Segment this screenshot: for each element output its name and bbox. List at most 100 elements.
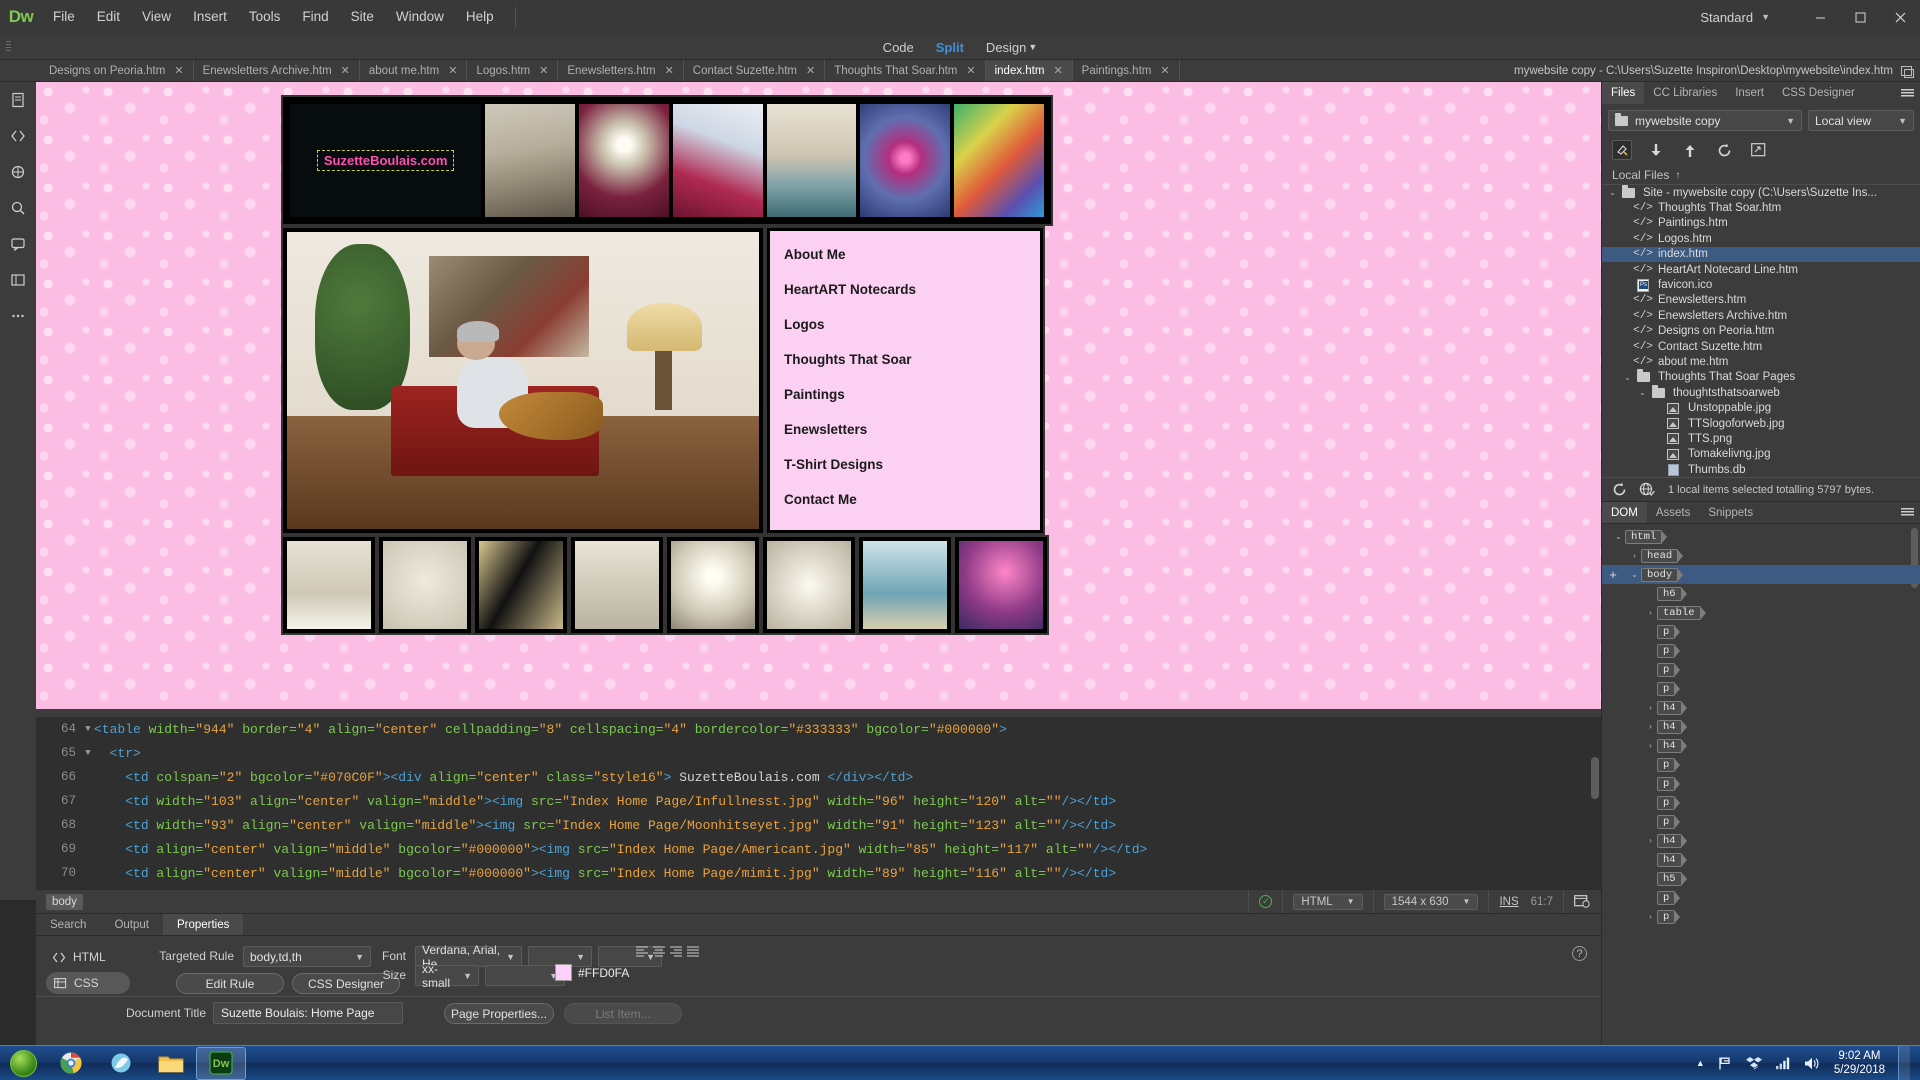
thumbnail-infullnesst[interactable]: [485, 104, 576, 217]
disclosure-triangle-icon[interactable]: ›: [1628, 551, 1641, 560]
css-mode-button[interactable]: CSS: [46, 972, 130, 994]
code-line[interactable]: 65 ▼ <tr>: [36, 741, 1601, 765]
tag-selector-body[interactable]: body: [46, 893, 83, 910]
dom-tree[interactable]: ⌄ html › head + ⌄ body h6 › table p p p p › h4 › h4 › h4 p p p…: [1602, 524, 1920, 926]
menu-site[interactable]: Site: [340, 0, 385, 34]
dom-tree-node[interactable]: › h4: [1602, 831, 1920, 850]
dom-tag-chip[interactable]: p: [1657, 624, 1676, 639]
doc-tab-logos[interactable]: Logos.htm ✕: [467, 60, 559, 81]
footer-thumb-4[interactable]: [569, 535, 665, 635]
document-title-input[interactable]: Suzette Boulais: Home Page: [213, 1002, 403, 1024]
dom-tree-node[interactable]: h4: [1602, 850, 1920, 869]
expand-files-panel-icon[interactable]: [1748, 140, 1768, 160]
dom-tree-node[interactable]: p: [1602, 888, 1920, 907]
nav-link-tshirt-designs[interactable]: T-Shirt Designs: [784, 457, 1040, 472]
close-icon[interactable]: ✕: [1160, 64, 1169, 77]
doc-tab-contact-suzette[interactable]: Contact Suzette.htm ✕: [683, 60, 826, 81]
taskbar-explorer[interactable]: [96, 1047, 146, 1080]
disclosure-triangle-icon[interactable]: ⌄: [1621, 373, 1634, 382]
code-fold-toggle[interactable]: ▼: [82, 748, 94, 758]
validation-status[interactable]: ✓: [1248, 889, 1282, 914]
color-swatch-icon[interactable]: [555, 964, 572, 981]
nav-link-contact-me[interactable]: Contact Me: [784, 492, 1040, 507]
put-files-icon[interactable]: [1680, 140, 1700, 160]
file-tree-row[interactable]: ⌄ Site - mywebsite copy (C:\Users\Suzette…: [1602, 184, 1920, 200]
connect-to-remote-icon[interactable]: [1612, 140, 1632, 160]
file-tree-row[interactable]: Tomakelivng.jpg: [1602, 447, 1920, 462]
file-tree-row[interactable]: </> Logos.htm: [1602, 231, 1920, 246]
tab-cc-libraries[interactable]: CC Libraries: [1644, 82, 1726, 104]
taskbar-folder[interactable]: [146, 1047, 196, 1080]
dom-tree-node[interactable]: ⌄ html: [1602, 527, 1920, 546]
dom-tree-node[interactable]: h5: [1602, 869, 1920, 888]
taskbar-chrome[interactable]: [46, 1047, 96, 1080]
tag-selector[interactable]: body: [36, 893, 93, 910]
menu-file[interactable]: File: [42, 0, 86, 34]
show-hidden-icons-icon[interactable]: ▲: [1696, 1058, 1705, 1068]
menu-edit[interactable]: Edit: [86, 0, 131, 34]
design-view-canvas[interactable]: SuzetteBoulais.com About Me HeartART Not…: [36, 82, 1601, 717]
dom-tree-node[interactable]: › h4: [1602, 717, 1920, 736]
footer-thumb-8[interactable]: [953, 535, 1049, 635]
dom-tag-chip[interactable]: p: [1657, 643, 1676, 658]
tab-assets[interactable]: Assets: [1647, 502, 1700, 523]
chevron-down-icon[interactable]: ▼: [1028, 42, 1037, 52]
file-tree-row[interactable]: </> Paintings.htm: [1602, 216, 1920, 231]
code-line[interactable]: 67 <td width="103" align="center" valign…: [36, 789, 1601, 813]
restore-window-icon[interactable]: [1901, 65, 1914, 78]
local-files-header[interactable]: Local Files ↑: [1602, 166, 1920, 185]
taskbar-dreamweaver[interactable]: Dw: [196, 1046, 246, 1080]
menu-view[interactable]: View: [131, 0, 182, 34]
mode-design[interactable]: Design: [986, 40, 1026, 55]
file-tree-row[interactable]: ⌄ Thoughts That Soar Pages: [1602, 369, 1920, 385]
dom-tag-chip[interactable]: h6: [1657, 586, 1682, 601]
code-line[interactable]: 66 <td colspan="2" bgcolor="#070C0F"><di…: [36, 765, 1601, 789]
size-unit-select[interactable]: ▼: [485, 965, 565, 986]
align-center-icon[interactable]: [653, 946, 666, 957]
dom-tag-chip[interactable]: h4: [1657, 700, 1682, 715]
text-color-picker[interactable]: #FFD0FA: [555, 964, 629, 981]
disclosure-triangle-icon[interactable]: ›: [1644, 836, 1657, 845]
close-icon[interactable]: ✕: [806, 64, 815, 77]
edit-rule-button[interactable]: Edit Rule: [176, 973, 284, 994]
dom-tree-node[interactable]: + ⌄ body: [1602, 565, 1920, 585]
disclosure-triangle-icon[interactable]: ›: [1644, 703, 1657, 712]
doc-tab-enewsletters-archive[interactable]: Enewsletters Archive.htm ✕: [193, 60, 360, 81]
start-button[interactable]: [0, 1046, 46, 1080]
split-view-divider[interactable]: [36, 709, 1601, 717]
tab-snippets[interactable]: Snippets: [1699, 502, 1762, 523]
file-tree-row[interactable]: </> Thoughts That Soar.htm: [1602, 200, 1920, 215]
dom-tag-chip[interactable]: p: [1657, 757, 1676, 772]
code-line[interactable]: 68 <td width="93" align="center" valign=…: [36, 813, 1601, 837]
taskbar-clock[interactable]: 9:02 AM 5/29/2018: [1834, 1049, 1885, 1077]
globe-check-icon[interactable]: [1639, 482, 1656, 497]
close-button[interactable]: [1880, 0, 1920, 34]
menu-tools[interactable]: Tools: [238, 0, 292, 34]
thumbnail-americant[interactable]: [672, 104, 763, 217]
thumbnail-mimit[interactable]: [766, 104, 857, 217]
disclosure-triangle-icon[interactable]: ›: [1644, 912, 1657, 921]
footer-thumb-7[interactable]: [857, 535, 953, 635]
file-tree-row[interactable]: Thumbs.db: [1602, 462, 1920, 477]
dom-tree-node[interactable]: › table: [1602, 603, 1920, 622]
close-icon[interactable]: ✕: [341, 64, 350, 77]
dom-tag-chip[interactable]: table: [1657, 605, 1701, 620]
volume-icon[interactable]: [1804, 1056, 1821, 1071]
dom-tag-chip[interactable]: p: [1657, 795, 1676, 810]
tab-properties[interactable]: Properties: [162, 914, 244, 935]
code-fold-toggle[interactable]: ▼: [82, 724, 94, 734]
workspace-switcher[interactable]: Standard ▼: [1700, 0, 1770, 34]
dom-tree-node[interactable]: p: [1602, 622, 1920, 641]
disclosure-triangle-icon[interactable]: ⌄: [1612, 532, 1625, 541]
menu-insert[interactable]: Insert: [182, 0, 238, 34]
dom-tag-chip[interactable]: h4: [1657, 738, 1682, 753]
html-mode-button[interactable]: HTML: [46, 946, 130, 968]
doc-tab-enewsletters[interactable]: Enewsletters.htm ✕: [558, 60, 684, 81]
thumbnail-moonhitseyet[interactable]: [579, 104, 669, 217]
size-select[interactable]: xx-small ▼: [415, 962, 479, 990]
live-code-icon[interactable]: [0, 154, 36, 190]
code-line[interactable]: 69 <td align="center" valign="middle" bg…: [36, 837, 1601, 861]
dom-tree-node[interactable]: p: [1602, 755, 1920, 774]
tab-dom[interactable]: DOM: [1602, 502, 1647, 524]
file-tree-row[interactable]: </> Designs on Peoria.htm: [1602, 324, 1920, 339]
